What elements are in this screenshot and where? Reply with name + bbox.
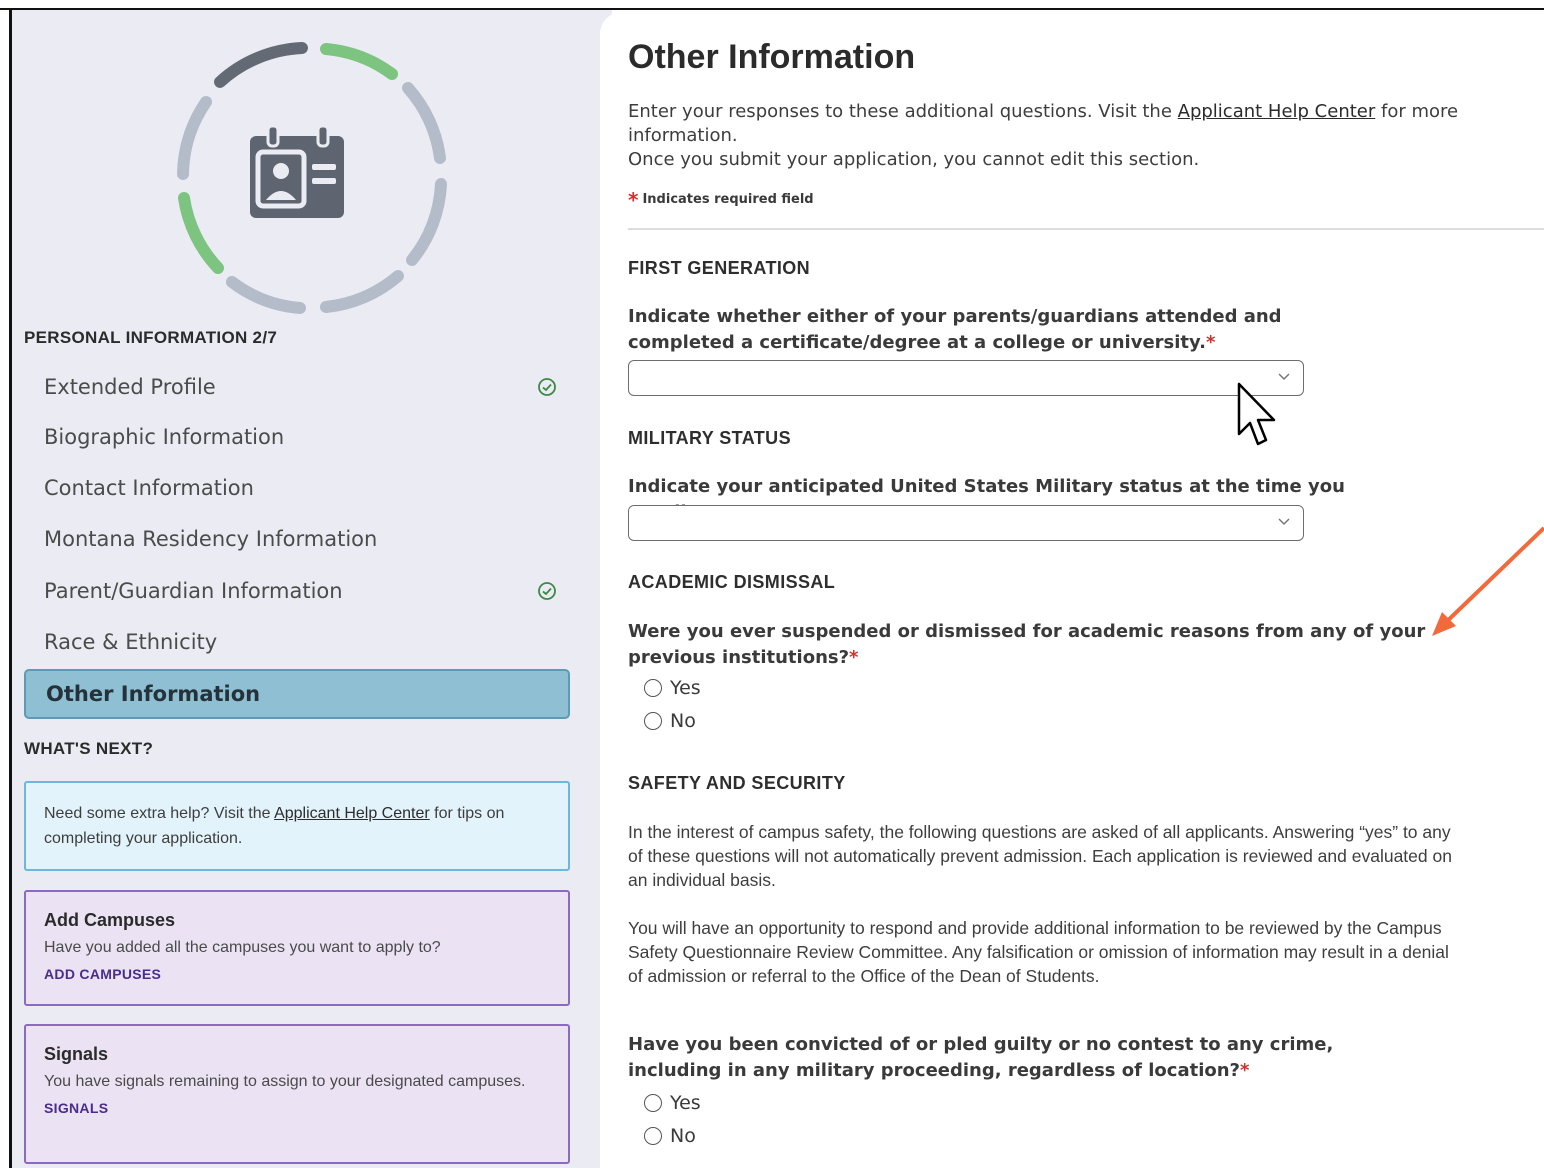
sidebar-item-label: Montana Residency Information — [44, 527, 378, 551]
radio-circle-icon — [644, 1094, 662, 1112]
safety-paragraph-1: In the interest of campus safety, the fo… — [628, 822, 1452, 890]
sidebar: PERSONAL INFORMATION 2/7 Extended Profil… — [12, 10, 612, 1168]
add-campuses-card: Add Campuses Have you added all the camp… — [24, 890, 570, 1006]
first-generation-question: Indicate whether either of your parents/… — [628, 304, 1348, 356]
divider — [628, 228, 1544, 230]
criminal-conviction-question: Have you been convicted of or pled guilt… — [628, 1032, 1418, 1084]
intro-text-start: Enter your responses to these additional… — [628, 101, 1178, 122]
academic-dismissal-question: Were you ever suspended or dismissed for… — [628, 619, 1428, 671]
signals-card: Signals You have signals remaining to as… — [24, 1024, 570, 1164]
sidebar-item-contact-information[interactable]: Contact Information — [24, 464, 570, 512]
help-card: Need some extra help? Visit the Applican… — [24, 781, 570, 871]
sidebar-item-label: Extended Profile — [44, 375, 216, 399]
sidebar-item-label: Contact Information — [44, 476, 254, 500]
sidebar-item-label: Parent/Guardian Information — [44, 579, 343, 603]
signals-link[interactable]: SIGNALS — [44, 1100, 550, 1116]
check-circle-icon — [538, 582, 556, 600]
help-card-text: Need some extra help? Visit the — [44, 805, 275, 822]
applicant-help-center-link[interactable]: Applicant Help Center — [274, 805, 430, 822]
sidebar-item-parent-guardian[interactable]: Parent/Guardian Information — [24, 567, 570, 615]
add-campuses-link[interactable]: ADD CAMPUSES — [44, 966, 550, 982]
required-star-icon: * — [1205, 332, 1216, 353]
criminal-conviction-no-radio[interactable]: No — [644, 1125, 696, 1147]
radio-label: Yes — [670, 677, 701, 699]
annotation-arrow-icon — [1432, 526, 1544, 636]
card-text: You have signals remaining to assign to … — [44, 1073, 526, 1090]
sidebar-item-biographic-information[interactable]: Biographic Information — [24, 413, 570, 461]
required-star-icon: * — [1240, 1060, 1250, 1081]
id-card-icon — [250, 124, 344, 218]
question-text: Have you been convicted of or pled guilt… — [628, 1034, 1334, 1081]
sidebar-section-title: PERSONAL INFORMATION 2/7 — [24, 328, 278, 347]
progress-ring — [177, 42, 447, 314]
first-generation-heading: FIRST GENERATION — [628, 258, 811, 278]
intro-text: Enter your responses to these additional… — [628, 100, 1544, 148]
question-text: Were you ever suspended or dismissed for… — [628, 621, 1426, 668]
required-field-note: * Indicates required field — [628, 188, 814, 212]
sidebar-item-montana-residency[interactable]: Montana Residency Information — [24, 515, 570, 563]
mouse-pointer-icon — [1237, 382, 1276, 446]
sidebar-item-label: Race & Ethnicity — [44, 630, 218, 654]
criminal-conviction-yes-radio[interactable]: Yes — [644, 1092, 701, 1114]
safety-paragraph-2: You will have an opportunity to respond … — [628, 918, 1449, 986]
card-text: Have you added all the campuses you want… — [44, 939, 441, 956]
academic-dismissal-yes-radio[interactable]: Yes — [644, 677, 701, 699]
first-generation-select[interactable] — [628, 360, 1304, 396]
sidebar-item-extended-profile[interactable]: Extended Profile — [24, 363, 570, 411]
radio-label: No — [670, 710, 696, 732]
whats-next-title: WHAT'S NEXT? — [24, 739, 154, 758]
required-note-text: Indicates required field — [642, 192, 814, 207]
card-title: Signals — [44, 1044, 109, 1064]
academic-dismissal-heading: ACADEMIC DISMISSAL — [628, 572, 836, 592]
military-status-heading: MILITARY STATUS — [628, 428, 791, 448]
chevron-down-icon — [1278, 518, 1290, 526]
applicant-help-center-link[interactable]: Applicant Help Center — [1178, 101, 1376, 122]
safety-security-heading: SAFETY AND SECURITY — [628, 773, 846, 793]
radio-circle-icon — [644, 679, 662, 697]
required-star-icon: * — [849, 647, 859, 668]
radio-label: Yes — [670, 1092, 701, 1114]
radio-circle-icon — [644, 1127, 662, 1145]
question-text: Indicate whether either of your parents/… — [628, 306, 1282, 353]
card-title: Add Campuses — [44, 910, 176, 930]
check-circle-icon — [538, 378, 556, 396]
page-title: Other Information — [628, 38, 916, 76]
radio-label: No — [670, 1125, 696, 1147]
chevron-down-icon — [1278, 373, 1290, 381]
academic-dismissal-no-radio[interactable]: No — [644, 710, 696, 732]
edit-note: Once you submit your application, you ca… — [628, 149, 1200, 170]
sidebar-item-label: Biographic Information — [44, 425, 285, 449]
sidebar-item-race-ethnicity[interactable]: Race & Ethnicity — [24, 618, 570, 666]
sidebar-item-other-information[interactable]: Other Information — [24, 669, 570, 719]
military-status-select[interactable] — [628, 505, 1304, 541]
required-star-icon: * — [628, 188, 639, 212]
radio-circle-icon — [644, 712, 662, 730]
sidebar-item-label: Other Information — [46, 682, 261, 706]
